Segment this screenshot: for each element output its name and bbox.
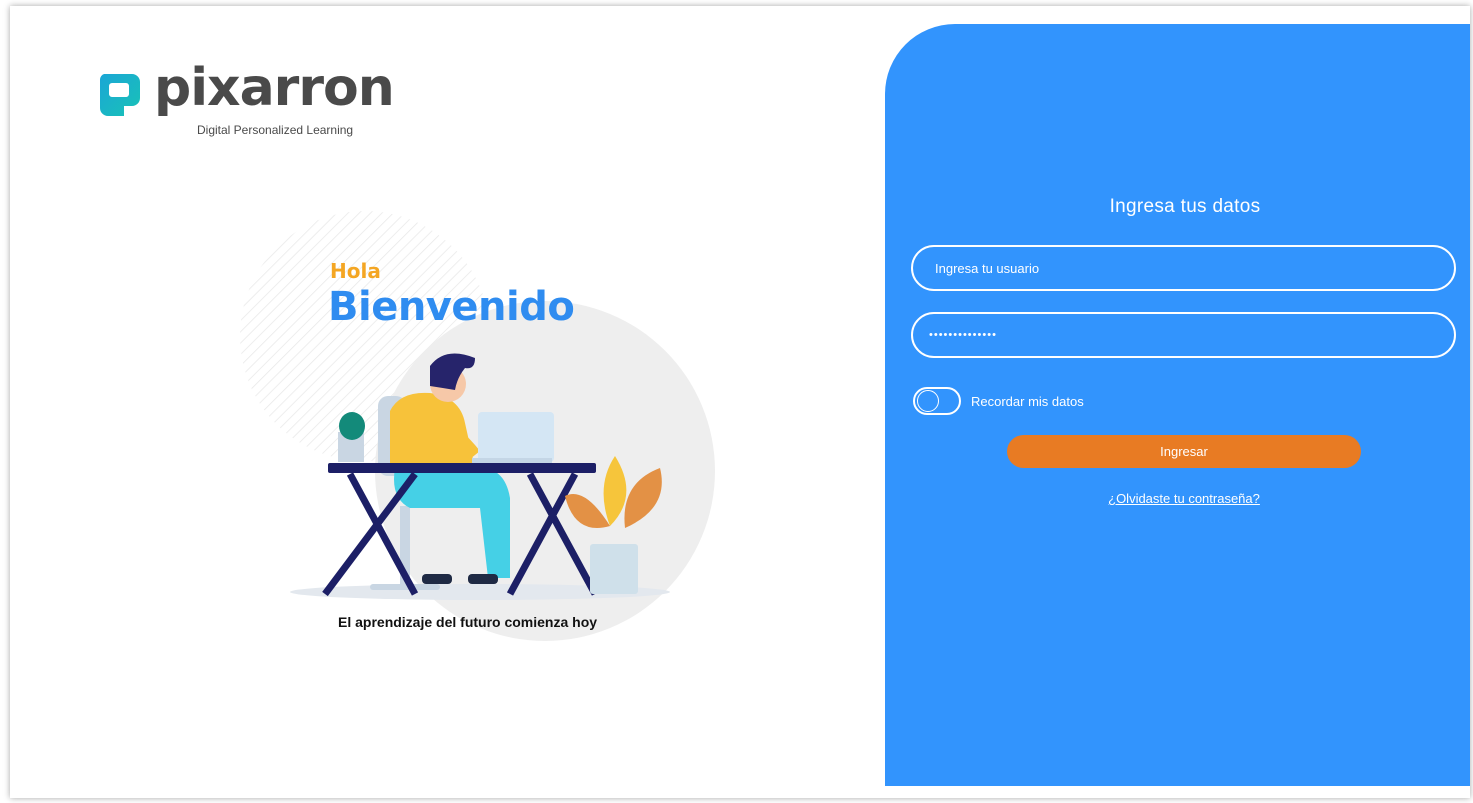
brand-tagline: Digital Personalized Learning xyxy=(197,123,354,137)
person-at-desk-with-laptop-illustration xyxy=(240,211,715,641)
login-title: Ingresa tus datos xyxy=(1109,196,1261,217)
login-panel: Ingresa tus datos Recordar mis datos Ing… xyxy=(885,24,1470,786)
toggle-knob xyxy=(917,390,939,412)
username-input[interactable] xyxy=(911,245,1456,291)
forgot-password-link[interactable]: ¿Olvidaste tu contraseña? xyxy=(885,491,1473,506)
login-button[interactable]: Ingresar xyxy=(1007,435,1361,468)
brand-name: pixarron xyxy=(154,58,395,118)
password-input[interactable] xyxy=(911,312,1456,358)
remember-me-label: Recordar mis datos xyxy=(971,393,1084,409)
brand-logo: pixarron xyxy=(98,58,395,154)
remember-me-row: Recordar mis datos xyxy=(913,386,1084,416)
greeting-text: Hola xyxy=(330,259,381,283)
remember-me-toggle[interactable] xyxy=(913,387,961,415)
pixarron-logo-icon xyxy=(99,74,140,116)
hero-caption: El aprendizaje del futuro comienza hoy xyxy=(338,614,598,630)
welcome-heading: Bienvenido xyxy=(328,284,575,330)
